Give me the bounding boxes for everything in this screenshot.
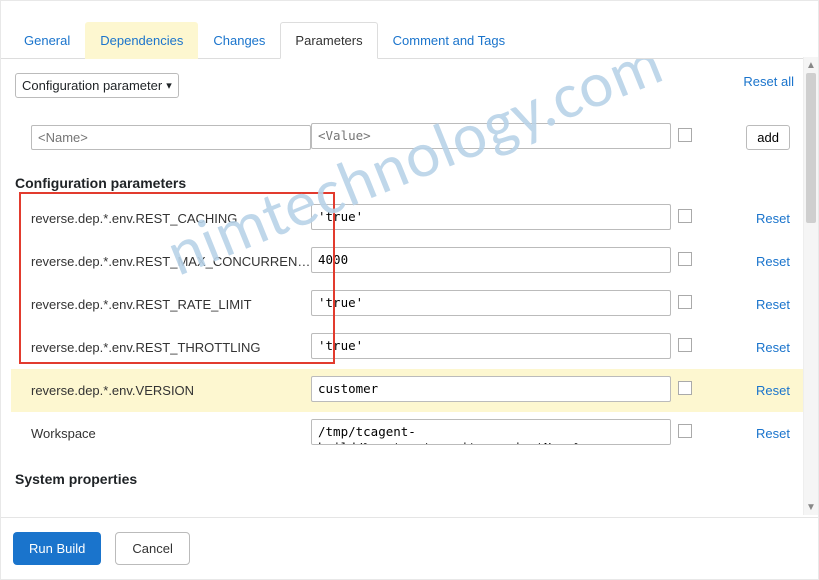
copy-icon[interactable]	[680, 383, 692, 395]
tab-dependencies[interactable]: Dependencies	[85, 22, 198, 59]
section-config-params: Configuration parameters	[11, 159, 808, 197]
param-name: reverse.dep.*.env.REST_THROTTLING	[11, 340, 311, 355]
reset-link[interactable]: Reset	[756, 211, 790, 226]
chevron-down-icon: ▾	[166, 79, 172, 92]
tab-parameters[interactable]: Parameters	[280, 22, 377, 59]
tab-bar: General Dependencies Changes Parameters …	[1, 21, 818, 59]
add-param-row: add	[11, 116, 808, 159]
vertical-scrollbar[interactable]: ▲ ▼	[803, 57, 818, 515]
section-system-props: System properties	[11, 455, 808, 493]
tab-general[interactable]: General	[9, 22, 85, 59]
copy-icon[interactable]	[680, 297, 692, 309]
param-value-input[interactable]	[311, 204, 671, 230]
param-name: reverse.dep.*.env.REST_MAX_CONCURRENT...	[11, 254, 311, 269]
reset-link[interactable]: Reset	[756, 426, 790, 441]
param-type-select[interactable]: Configuration parameter ▾	[15, 73, 179, 98]
new-param-name-input[interactable]	[31, 125, 311, 150]
param-type-label: Configuration parameter	[22, 78, 162, 93]
copy-icon[interactable]	[680, 211, 692, 223]
param-row: reverse.dep.*.env.REST_THROTTLING Reset	[11, 326, 808, 369]
param-value-input[interactable]	[311, 376, 671, 402]
add-button[interactable]: add	[746, 125, 790, 150]
reset-link[interactable]: Reset	[756, 340, 790, 355]
param-name: reverse.dep.*.env.REST_CACHING	[11, 211, 311, 226]
param-row: reverse.dep.*.env.REST_CACHING Reset	[11, 197, 808, 240]
scrollbar-thumb[interactable]	[806, 73, 816, 223]
param-name: reverse.dep.*.env.VERSION	[11, 383, 311, 398]
cancel-button[interactable]: Cancel	[115, 532, 189, 565]
param-row: reverse.dep.*.env.VERSION Reset	[11, 369, 808, 412]
scroll-area: Configuration parameter ▾ Reset all add …	[1, 59, 818, 499]
reset-all-link[interactable]: Reset all	[743, 73, 808, 91]
param-value-input[interactable]	[311, 290, 671, 316]
param-row: reverse.dep.*.env.REST_MAX_CONCURRENT...…	[11, 240, 808, 283]
copy-icon[interactable]	[680, 130, 692, 142]
footer-bar: Run Build Cancel	[1, 517, 818, 579]
param-name: reverse.dep.*.env.REST_RATE_LIMIT	[11, 297, 311, 312]
new-param-value-input[interactable]	[311, 123, 671, 149]
copy-icon[interactable]	[680, 254, 692, 266]
scroll-up-icon[interactable]: ▲	[804, 57, 818, 73]
param-value-input[interactable]	[311, 419, 671, 445]
copy-icon[interactable]	[680, 426, 692, 438]
param-name: Workspace	[11, 426, 311, 441]
copy-icon[interactable]	[680, 340, 692, 352]
reset-link[interactable]: Reset	[756, 254, 790, 269]
param-value-input[interactable]	[311, 247, 671, 273]
param-row: reverse.dep.*.env.REST_RATE_LIMIT Reset	[11, 283, 808, 326]
reset-link[interactable]: Reset	[756, 297, 790, 312]
tab-comments[interactable]: Comment and Tags	[378, 22, 521, 59]
run-build-button[interactable]: Run Build	[13, 532, 101, 565]
reset-link[interactable]: Reset	[756, 383, 790, 398]
param-row: system.metadefender_fail_buildReset	[11, 493, 808, 499]
tab-changes[interactable]: Changes	[198, 22, 280, 59]
scroll-down-icon[interactable]: ▼	[804, 499, 818, 515]
param-value-input[interactable]	[311, 333, 671, 359]
param-row: Workspace Reset	[11, 412, 808, 455]
